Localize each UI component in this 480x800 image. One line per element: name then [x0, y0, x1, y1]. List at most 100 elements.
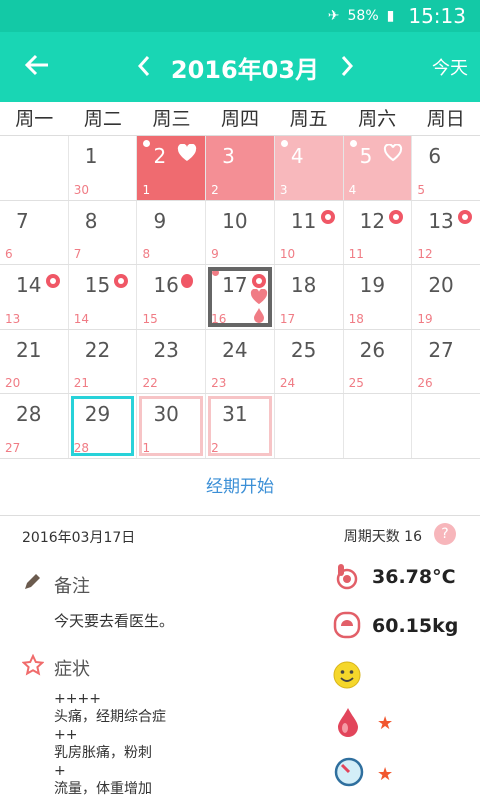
cycle-day-label: 10: [279, 247, 296, 261]
cycle-day-label: 20: [5, 376, 21, 390]
calendar-day-31[interactable]: 31 2: [206, 394, 275, 458]
cycle-day-label: 24: [279, 376, 296, 390]
day-number: 16: [153, 273, 179, 297]
symptom-level: ++++: [54, 691, 101, 707]
day-number: 3: [222, 144, 235, 168]
cycle-day-label: 23: [211, 376, 227, 390]
day-number: 7: [16, 208, 29, 233]
calendar-day-6[interactable]: 65: [412, 136, 480, 200]
calendar-day-30[interactable]: 30 1: [137, 394, 207, 458]
cycle-day-label: 28: [73, 440, 89, 455]
day-number: 22: [84, 337, 111, 362]
calendar-day-9[interactable]: 98: [137, 200, 207, 264]
day-number: 10: [222, 208, 248, 233]
symptom-text: 流量，体重增加: [54, 781, 152, 797]
day-number: 24: [222, 337, 248, 362]
day-number: 20: [428, 273, 454, 297]
calendar-day-15[interactable]: 15 14: [69, 265, 138, 329]
day-number: 9: [153, 208, 167, 233]
cycle-day-label: 8: [142, 247, 151, 261]
day-number: 13: [428, 208, 454, 233]
heart-icon: [251, 289, 268, 305]
calendar-day-12[interactable]: 12 11: [344, 200, 413, 264]
day-number: 23: [153, 337, 179, 362]
day-number: 28: [16, 402, 42, 426]
cycle-day-label: 14: [73, 311, 89, 326]
heart-icon: [178, 144, 197, 161]
cycle-day-label: 12: [417, 247, 433, 261]
calendar-day-11[interactable]: 11 10: [275, 200, 344, 264]
calendar-day-7[interactable]: 76: [0, 200, 69, 264]
thermometer-icon[interactable]: [333, 562, 361, 590]
calendar-day-20[interactable]: 20 19: [412, 265, 480, 329]
back-arrow-icon[interactable]: [22, 50, 52, 80]
note-text[interactable]: 今天要去看医生。: [54, 610, 174, 631]
calendar-day-28[interactable]: 28 27: [0, 394, 69, 458]
day-number: 1: [84, 144, 98, 168]
flow-drop-icon[interactable]: [334, 706, 362, 738]
heart-outline-icon: [384, 144, 403, 162]
flower-icon: [458, 209, 473, 224]
calendar-day-29[interactable]: 29 28: [69, 394, 138, 458]
cycle-days: 周期天数 16: [343, 529, 422, 545]
cycle-day-label: 22: [142, 376, 158, 390]
calendar-day-21[interactable]: 21 20: [0, 329, 69, 393]
temperature-value: 36.78°C: [372, 566, 456, 588]
flow-star-icon: ★: [377, 713, 394, 734]
calendar-day-26[interactable]: 26 25: [344, 329, 413, 393]
flower-icon: [45, 274, 60, 288]
cycle-day-label: 2: [211, 440, 219, 455]
calendar-day-22[interactable]: 22 21: [69, 329, 138, 393]
calendar-day-8[interactable]: 87: [69, 200, 138, 264]
calendar-day-19[interactable]: 19 18: [344, 265, 413, 329]
cycle-day-label: 19: [417, 311, 433, 326]
clock-gauge-icon[interactable]: [334, 757, 364, 787]
symptom-text: 头痛，经期综合症: [54, 709, 166, 725]
day-number: 25: [290, 337, 317, 362]
calendar-day-2[interactable]: 21: [137, 136, 207, 200]
calendar-day-13[interactable]: 13 12: [412, 201, 480, 265]
calendar-week-row: 1 30 2 1 3 2 4 3 5 4 6 5: [0, 136, 480, 201]
calendar-day-5[interactable]: 54: [343, 136, 413, 200]
previous-month-button[interactable]: [134, 51, 154, 81]
today-button[interactable]: 今天: [432, 54, 468, 80]
calendar-day-23[interactable]: 23 22: [137, 329, 207, 393]
calendar-empty-cell: [412, 394, 480, 458]
flower-icon: [114, 274, 129, 288]
calendar-day-18[interactable]: 18 17: [275, 265, 344, 329]
day-number: 8: [84, 208, 98, 233]
calendar-day-10[interactable]: 10 9: [206, 200, 275, 264]
cycle-day-label: 5: [417, 182, 425, 197]
record-dot-icon: [349, 140, 357, 147]
cycle-day-label: 30: [73, 182, 89, 197]
airplane-icon: ✈: [327, 8, 340, 24]
calendar-day-27[interactable]: 27 26: [412, 330, 480, 394]
calendar-empty-cell: [344, 394, 413, 458]
next-month-button[interactable]: [337, 51, 357, 81]
note-label: 备注: [54, 576, 90, 597]
help-icon[interactable]: ?: [434, 523, 456, 545]
day-number: 19: [359, 273, 386, 297]
cycle-day-label: 3: [279, 182, 288, 197]
calendar-day-24[interactable]: 24 23: [206, 329, 275, 393]
calendar-day-25[interactable]: 25 24: [275, 329, 344, 393]
day-number: 6: [428, 144, 442, 168]
calendar-empty-cell: [0, 136, 69, 200]
calendar-day-1[interactable]: 1 30: [69, 136, 138, 200]
flower-icon: [389, 209, 404, 224]
calendar-day-14[interactable]: 14 13: [0, 265, 69, 329]
cycle-day-label: 16: [211, 311, 227, 326]
calendar-day-4[interactable]: 43: [274, 136, 344, 200]
cycle-day-label: 17: [279, 311, 296, 326]
day-number: 15: [84, 273, 111, 297]
calendar-day-3[interactable]: 32: [206, 136, 275, 200]
scale-icon[interactable]: [333, 611, 361, 639]
cycle-day-label: 18: [348, 311, 364, 326]
period-start-button[interactable]: 经期开始: [0, 458, 480, 516]
day-number: 4: [290, 144, 304, 168]
calendar-day-16[interactable]: 16 15: [137, 265, 207, 329]
mood-smiley-icon[interactable]: [332, 660, 362, 690]
day-number: 29: [84, 402, 111, 426]
weekday-sat: 周六: [358, 108, 397, 130]
calendar-day-17[interactable]: 17 16: [206, 265, 275, 329]
